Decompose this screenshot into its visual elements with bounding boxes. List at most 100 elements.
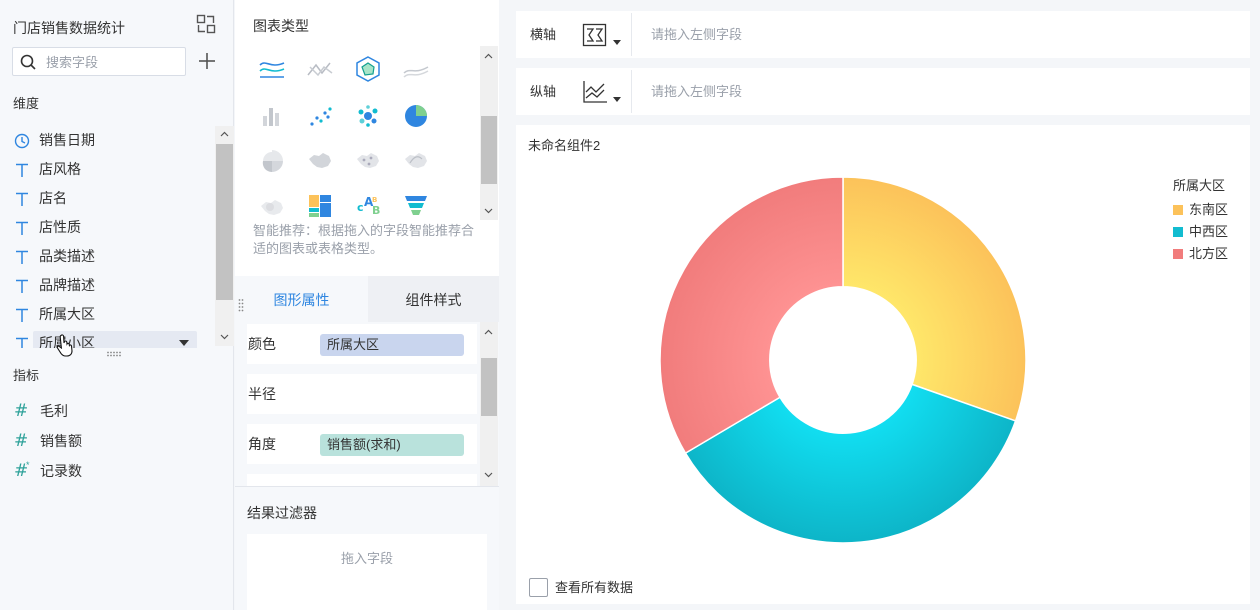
- field-search-input[interactable]: [46, 53, 180, 71]
- scroll-down-icon[interactable]: [484, 206, 493, 215]
- funnel-chart-type-icon[interactable]: [400, 190, 432, 222]
- tab-shape-properties[interactable]: 图形属性: [235, 276, 368, 322]
- dataset-title: 门店销售数据统计: [13, 20, 125, 36]
- tab-component-style[interactable]: 组件样式: [368, 276, 499, 322]
- y-axis-drop-hint[interactable]: 请拖入左侧字段: [651, 68, 742, 115]
- chart-type-grid: c A B B: [253, 50, 473, 220]
- dimension-field[interactable]: 所属小区: [0, 329, 214, 348]
- scroll-up-icon[interactable]: [484, 52, 493, 61]
- scroll-down-icon[interactable]: [220, 332, 229, 341]
- result-filter-title: 结果过滤器: [247, 505, 317, 521]
- property-scroll-thumb[interactable]: [481, 358, 497, 416]
- y-axis-shelf[interactable]: 纵轴 请拖入左侧字段: [516, 68, 1250, 115]
- legend-item[interactable]: 中西区: [1173, 221, 1253, 243]
- x-axis-drop-hint[interactable]: 请拖入左侧字段: [651, 11, 742, 58]
- flow-map-type-icon[interactable]: [400, 145, 432, 177]
- dimension-field-label: 品牌描述: [39, 277, 95, 293]
- x-axis-dropdown-icon[interactable]: [613, 40, 621, 45]
- dimension-field[interactable]: 品类描述: [0, 242, 214, 271]
- dimension-scrollbar[interactable]: [215, 126, 234, 346]
- scroll-up-icon[interactable]: [220, 130, 229, 139]
- dimension-field[interactable]: 店性质: [0, 213, 214, 242]
- angle-field-pill[interactable]: 销售额(求和): [320, 434, 464, 456]
- dimension-field[interactable]: 店名: [0, 184, 214, 213]
- radius-property-row[interactable]: 半径: [247, 374, 477, 414]
- property-scrollbar[interactable]: [480, 322, 498, 486]
- y-axis-type-icon[interactable]: [582, 80, 608, 104]
- measure-field[interactable]: # 毛利: [0, 396, 234, 426]
- dimension-field[interactable]: 所属大区: [0, 300, 214, 329]
- text-type-icon: [16, 192, 28, 206]
- region-map-type-icon[interactable]: [304, 145, 336, 177]
- bubble-chart-type-icon[interactable]: [352, 100, 384, 132]
- heat-map-type-icon[interactable]: [256, 190, 288, 222]
- color-property-label: 颜色: [248, 336, 276, 352]
- measure-field[interactable]: # * 记录数: [0, 456, 234, 486]
- measure-field[interactable]: # 销售额: [0, 426, 234, 456]
- chart-type-scrollbar[interactable]: [480, 46, 498, 220]
- computed-field-icon: *: [26, 460, 30, 470]
- x-axis-type-icon[interactable]: [582, 23, 608, 47]
- scroll-up-icon[interactable]: [484, 328, 493, 337]
- switch-dataset-icon[interactable]: [196, 14, 216, 34]
- field-search-box[interactable]: [12, 47, 186, 76]
- dimension-field[interactable]: 品牌描述: [0, 271, 214, 300]
- view-all-data-label: 查看所有数据: [555, 580, 634, 595]
- dimension-field[interactable]: 店风格: [0, 155, 214, 184]
- donut-slice-3[interactable]: [659, 176, 844, 455]
- text-type-icon: [16, 308, 28, 322]
- dimension-field-label: 销售日期: [39, 132, 95, 148]
- x-axis-label: 横轴: [530, 27, 557, 42]
- bar-chart-type-icon[interactable]: [256, 100, 288, 132]
- angle-property-row[interactable]: 角度 销售额(求和): [247, 424, 477, 464]
- measure-field-label: 毛利: [40, 403, 68, 419]
- measures-title: 指标: [13, 368, 40, 383]
- color-field-pill[interactable]: 所属大区: [320, 334, 464, 356]
- area-line-chart-type-icon[interactable]: [400, 53, 432, 85]
- radar-chart-type-icon[interactable]: [352, 53, 384, 85]
- y-axis-divider: [631, 70, 632, 113]
- dimension-field-label: 店风格: [39, 161, 81, 177]
- dimension-field-label: 所属大区: [39, 306, 95, 322]
- y-axis-dropdown-icon[interactable]: [613, 97, 621, 102]
- legend-item[interactable]: 东南区: [1173, 199, 1253, 221]
- polyline-chart-type-icon[interactable]: [304, 53, 336, 85]
- pie-chart-type-icon[interactable]: [400, 100, 432, 132]
- add-field-icon[interactable]: [198, 52, 216, 70]
- line-chart-type-icon[interactable]: [256, 53, 288, 85]
- point-map-type-icon[interactable]: [352, 145, 384, 177]
- measure-list: # 毛利 # 销售额 # * 记录数: [0, 396, 234, 486]
- smart-recommend-tip: 智能推荐：根据拖入的字段智能推荐合适的图表或表格类型。: [253, 223, 475, 256]
- filter-drop-zone[interactable]: 拖入字段: [247, 534, 487, 610]
- treemap-chart-type-icon[interactable]: [304, 190, 336, 222]
- donut-slice-1[interactable]: [842, 176, 1027, 422]
- field-dropdown-icon[interactable]: [179, 340, 189, 346]
- legend-title: 所属大区: [1173, 178, 1226, 193]
- next-property-row[interactable]: [247, 474, 477, 486]
- drag-handle-icon[interactable]: [238, 298, 244, 312]
- checkbox-box[interactable]: [529, 578, 548, 597]
- scroll-down-icon[interactable]: [484, 470, 493, 479]
- rose-chart-type-icon[interactable]: [256, 145, 288, 177]
- dimensions-title: 维度: [13, 96, 40, 111]
- radius-property-label: 半径: [248, 386, 276, 402]
- svg-text:c: c: [357, 201, 364, 214]
- measure-field-label: 记录数: [40, 463, 82, 479]
- dimension-scroll-thumb[interactable]: [216, 144, 233, 300]
- chart-widget[interactable]: 未命名组件2 所属大区 东南区 中西区 北方区 查看所有数据: [516, 125, 1250, 604]
- legend-item[interactable]: 北方区: [1173, 243, 1253, 265]
- legend-swatch: [1173, 205, 1183, 215]
- y-axis-label: 纵轴: [530, 84, 557, 99]
- clock-icon: [14, 133, 30, 149]
- text-type-icon: [16, 221, 28, 235]
- color-property-row[interactable]: 颜色 所属大区: [247, 324, 477, 364]
- dimension-field[interactable]: 销售日期: [0, 126, 214, 155]
- dimension-field-label: 所属小区: [39, 335, 95, 348]
- chart-type-scroll-thumb[interactable]: [481, 116, 497, 184]
- resize-handle-icon[interactable]: [106, 351, 122, 357]
- word-cloud-type-icon[interactable]: c A B B: [352, 190, 384, 222]
- field-panel: 门店销售数据统计 维度 销售日期店风格店名店性质品类描述品牌描述所属大区所属小区…: [0, 0, 234, 610]
- dimension-field-label: 品类描述: [39, 248, 95, 264]
- x-axis-shelf[interactable]: 横轴 请拖入左侧字段: [516, 11, 1250, 58]
- scatter-chart-type-icon[interactable]: [304, 100, 336, 132]
